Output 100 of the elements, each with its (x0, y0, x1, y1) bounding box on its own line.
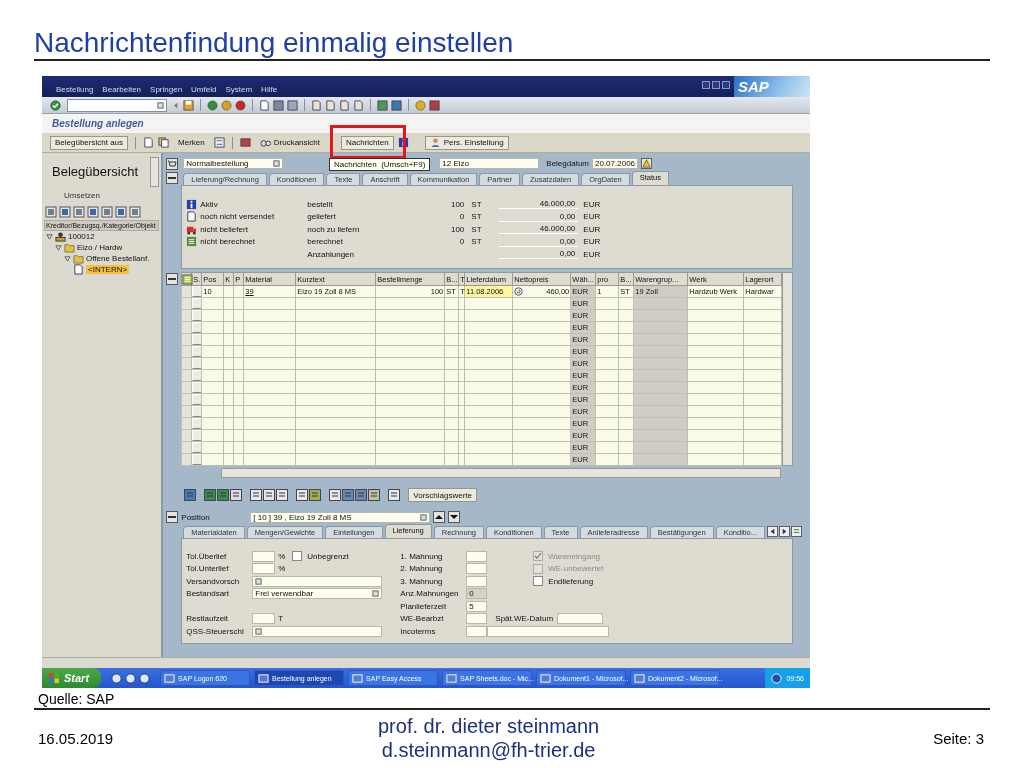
status-button[interactable] (192, 322, 203, 333)
menu-item[interactable]: Hilfe (261, 85, 278, 94)
status-label: Anzahlungen (307, 249, 355, 259)
input-field[interactable] (252, 613, 276, 625)
overview-title: Belegübersicht (52, 164, 138, 179)
previous-item-icon[interactable] (433, 511, 446, 523)
status-button[interactable] (192, 382, 203, 393)
input-field[interactable] (466, 613, 488, 625)
input-field[interactable] (252, 563, 276, 575)
status-button[interactable] (192, 430, 203, 441)
checkbox-label: Wareneingang (548, 551, 601, 561)
input-field[interactable] (466, 575, 488, 587)
currency-text: EUR (583, 212, 601, 222)
enter-icon[interactable] (50, 99, 61, 111)
status-button[interactable] (192, 406, 203, 417)
status-button[interactable] (192, 370, 203, 381)
toolbar-button[interactable]: Merken (173, 135, 210, 150)
print-preview-button[interactable]: Druckansicht (254, 135, 325, 150)
quick-launch-icon[interactable] (125, 672, 137, 684)
expander-icon[interactable] (46, 233, 53, 240)
unit-text: % (277, 564, 287, 574)
status-button[interactable] (192, 358, 203, 369)
status-button[interactable] (192, 442, 203, 453)
currency-text: EUR (583, 237, 601, 247)
document-icon[interactable] (143, 137, 155, 148)
checkbox[interactable] (292, 551, 303, 562)
expander-icon[interactable] (64, 255, 71, 262)
input-field[interactable] (487, 625, 610, 637)
input-field[interactable]: 5 (466, 600, 488, 612)
menu-item[interactable]: System (225, 85, 253, 94)
quick-launch-icon[interactable] (139, 672, 151, 684)
input-field[interactable] (466, 563, 488, 575)
status-text: nicht beliefert (200, 224, 248, 234)
menu-item[interactable]: Umfeld (191, 85, 217, 94)
settings-button[interactable]: Pers. Einstellung (424, 135, 509, 150)
unit-text: ST (471, 199, 482, 209)
input-field[interactable] (252, 550, 276, 562)
info-icon[interactable] (397, 137, 409, 148)
author-name: prof. dr. dieter steinmann (378, 714, 600, 738)
position-dropdown[interactable]: [ 10 ] 39 , Eizo 19 Zoll 8 MS (250, 511, 431, 523)
dropdown-field[interactable] (252, 625, 383, 637)
menu-item[interactable]: Bearbeiten (102, 85, 142, 94)
page-number: Seite: 3 (933, 729, 984, 747)
screen-title: Bestellung anlegen (52, 118, 144, 129)
status-button[interactable] (192, 298, 203, 309)
status-button[interactable] (192, 310, 203, 321)
sap-logo: SAP (734, 76, 810, 97)
tray-icon[interactable] (771, 672, 783, 684)
toolbar-button[interactable]: Nachrichten (341, 135, 394, 150)
field-label: 2. Mahnung (400, 564, 444, 574)
status-label: berechnet (307, 237, 344, 247)
condition-icon[interactable] (514, 287, 524, 296)
tree-item[interactable]: Eizo / Hardw (77, 243, 123, 252)
convert-link[interactable]: Umsetzen (64, 191, 100, 200)
tree-item[interactable]: 100012 (68, 232, 95, 241)
horizontal-scrollbar[interactable] (221, 468, 782, 478)
quick-launch-icon[interactable] (111, 672, 123, 684)
input-field[interactable] (557, 613, 604, 625)
save-icon[interactable] (183, 99, 194, 111)
tree-item[interactable]: Offene Bestellanf. (86, 254, 150, 263)
field-label: QSS-Steuerschl (186, 626, 245, 636)
input-field[interactable] (466, 625, 488, 637)
tree-item[interactable]: <INTERN> (86, 265, 130, 274)
document-type-dropdown[interactable]: Normalbestellung (183, 158, 284, 169)
warning-icon[interactable] (641, 158, 652, 169)
window-icon (258, 672, 270, 684)
next-item-icon[interactable] (448, 511, 461, 523)
status-button[interactable] (192, 454, 203, 465)
date-field[interactable]: 20.07.2006 (592, 158, 638, 169)
select-all-icon[interactable] (182, 273, 194, 285)
checkbox[interactable] (533, 576, 544, 587)
toolbar-button[interactable]: Belegübersicht aus (50, 135, 129, 150)
scroll-right-icon[interactable] (779, 525, 790, 537)
scroll-left-icon[interactable] (767, 525, 778, 537)
status-button[interactable] (192, 394, 203, 405)
status-button[interactable] (192, 286, 203, 297)
tooltip: Nachrichten (Umsch+F9) (329, 158, 431, 171)
dropdown-field[interactable] (252, 575, 383, 587)
cart-icon[interactable] (166, 157, 179, 170)
start-button[interactable]: Start (42, 668, 102, 688)
quantity-value: 100 (450, 224, 465, 234)
default-values-button[interactable]: Vorschlagswerte (408, 488, 477, 502)
unit-text: ST (471, 212, 482, 222)
scrollbar[interactable] (150, 156, 160, 187)
command-field[interactable] (67, 98, 167, 112)
glasses-icon (259, 137, 271, 148)
person-icon (429, 137, 441, 148)
menu-item[interactable]: Springen (150, 85, 183, 94)
amount-field: 46.000,00 (499, 199, 579, 210)
status-button[interactable] (192, 334, 203, 345)
window-icon (164, 672, 176, 684)
unit-text: ST (471, 237, 482, 247)
status-button[interactable] (192, 346, 203, 357)
scrollbar[interactable] (782, 272, 794, 466)
expander-icon[interactable] (55, 244, 62, 251)
status-button[interactable] (192, 418, 203, 429)
supplier-field[interactable]: 12 Eizo (439, 158, 540, 169)
input-field[interactable] (466, 550, 488, 562)
dropdown-field[interactable]: Frei verwendbar (252, 588, 383, 600)
menu-item[interactable]: Bestellung (56, 85, 94, 94)
